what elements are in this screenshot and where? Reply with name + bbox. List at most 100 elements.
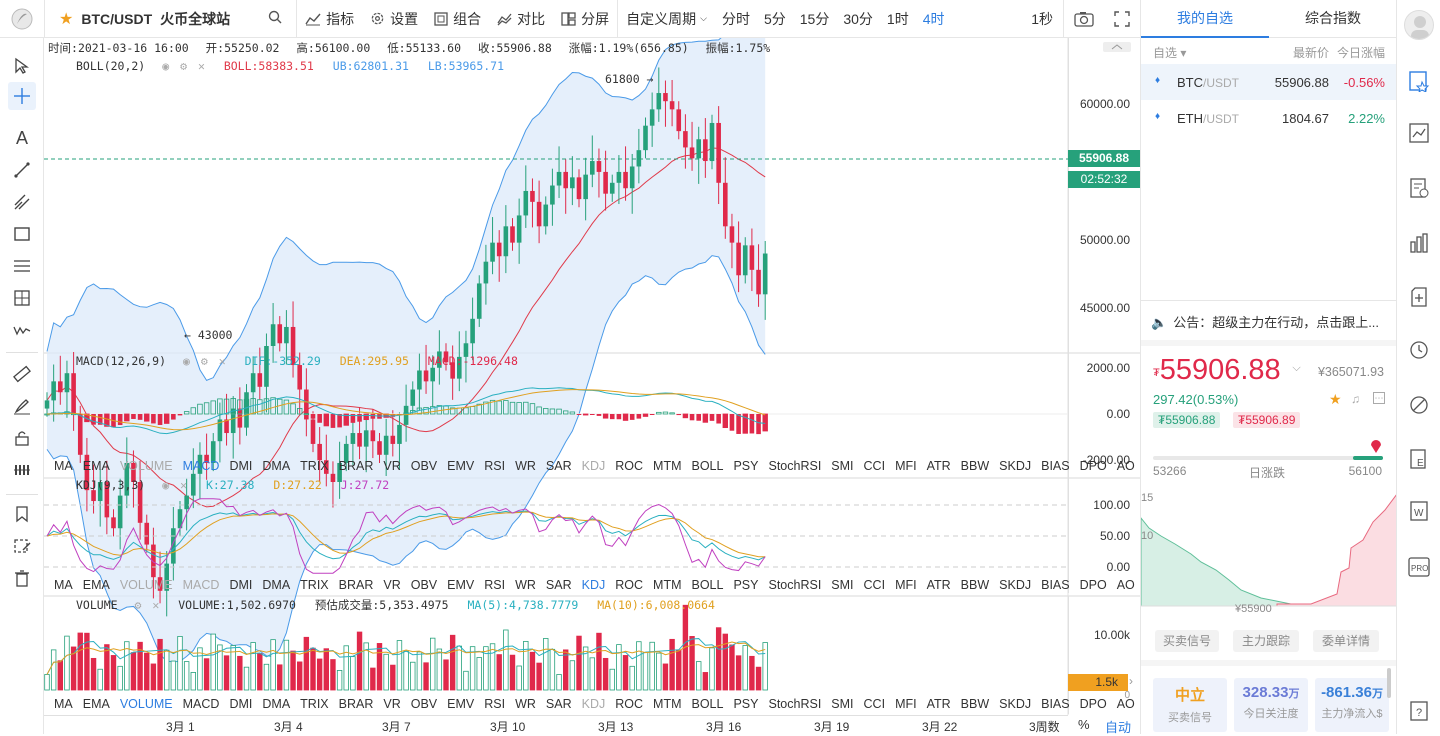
w-document-icon[interactable]: W bbox=[1406, 498, 1432, 524]
share-icon[interactable]: ⋯ bbox=[1373, 392, 1385, 404]
chart-panel-icon[interactable] bbox=[1406, 120, 1432, 146]
orders-list-icon[interactable] bbox=[1406, 175, 1432, 201]
indicator-tab[interactable]: SMI bbox=[821, 694, 853, 714]
indicator-tab[interactable]: ROC bbox=[605, 456, 643, 476]
cursor-arrow-icon[interactable] bbox=[8, 52, 36, 80]
chart-area[interactable]: 时间:2021-03-16 16:00 开:55250.02 高:56100.0… bbox=[44, 38, 1140, 735]
indicator-tab[interactable]: PSY bbox=[723, 575, 758, 595]
indicator-tab[interactable]: MACD bbox=[173, 456, 220, 476]
indicator-tab[interactable]: WR bbox=[505, 694, 536, 714]
favorite-star-icon[interactable]: ★ bbox=[1329, 391, 1342, 408]
indicator-tab[interactable]: ATR bbox=[917, 456, 951, 476]
interval-second[interactable]: 1秒 bbox=[1021, 0, 1063, 38]
magnet-icon[interactable] bbox=[8, 456, 36, 484]
indicator-tab[interactable]: DPO bbox=[1070, 575, 1107, 595]
period-2[interactable]: 15分 bbox=[793, 0, 837, 38]
indicator-tab[interactable]: BRAR bbox=[329, 575, 374, 595]
indicator-tab[interactable]: CCI bbox=[854, 575, 886, 595]
price-axis[interactable]: 60000.00 55906.88 02:52:32 50000.00 4500… bbox=[1068, 38, 1140, 353]
crosshair-icon[interactable] bbox=[8, 82, 36, 110]
alarm-clock-icon[interactable] bbox=[1406, 336, 1432, 362]
trend-line-icon[interactable] bbox=[8, 156, 36, 184]
grid-tool-icon[interactable] bbox=[8, 284, 36, 312]
rectangle-tool-icon[interactable] bbox=[8, 220, 36, 248]
indicator-tab[interactable]: OBV bbox=[401, 575, 437, 595]
period-3[interactable]: 30分 bbox=[836, 0, 880, 38]
indicator-tab[interactable]: BRAR bbox=[329, 694, 374, 714]
period-1[interactable]: 5分 bbox=[757, 0, 793, 38]
fullscreen-icon[interactable] bbox=[1104, 0, 1140, 38]
indicator-tab[interactable]: VOLUME bbox=[110, 575, 173, 595]
indicator-tab[interactable]: CCI bbox=[854, 694, 886, 714]
indicator-tab[interactable]: AO bbox=[1107, 456, 1135, 476]
col-change-header[interactable]: 今日涨幅 bbox=[1337, 44, 1385, 61]
search-icon[interactable] bbox=[268, 10, 282, 27]
indicator-tab[interactable]: BIAS bbox=[1031, 694, 1070, 714]
indicator-tab[interactable]: BOLL bbox=[682, 575, 724, 595]
main-force-track-button[interactable]: 主力跟踪 bbox=[1233, 630, 1299, 652]
indicator-tab[interactable]: CCI bbox=[854, 456, 886, 476]
indicator-tab[interactable]: SMI bbox=[821, 456, 853, 476]
indicator-tab[interactable]: DMA bbox=[252, 575, 290, 595]
lock-icon[interactable] bbox=[8, 424, 36, 452]
indicator-tab[interactable]: MFI bbox=[885, 575, 917, 595]
edit-list-icon[interactable] bbox=[8, 532, 36, 560]
indicator-tab[interactable]: ATR bbox=[917, 575, 951, 595]
indicator-tab[interactable]: SAR bbox=[536, 575, 572, 595]
indicator-tab[interactable]: StochRSI bbox=[758, 456, 821, 476]
indicator-tab[interactable]: OBV bbox=[401, 456, 437, 476]
indicator-tab[interactable]: EMA bbox=[73, 694, 110, 714]
indicator-tab[interactable]: SKDJ bbox=[989, 694, 1031, 714]
indicator-tab[interactable]: BIAS bbox=[1031, 575, 1070, 595]
notice-bar[interactable]: 🔈 公告：超级主力在行动，点击跟上... bbox=[1151, 312, 1391, 331]
avatar[interactable] bbox=[1404, 10, 1434, 40]
indicator-tab[interactable]: ROC bbox=[605, 575, 643, 595]
indicator-tab[interactable]: BOLL bbox=[682, 456, 724, 476]
indicator-tab[interactable]: DMA bbox=[252, 694, 290, 714]
indicator-tab[interactable]: MA bbox=[44, 694, 73, 714]
pro-icon[interactable]: PRO bbox=[1406, 554, 1432, 580]
e-document-icon[interactable]: E bbox=[1406, 446, 1432, 472]
scrollbar[interactable] bbox=[1387, 668, 1391, 698]
eye-icon[interactable]: ◉ bbox=[162, 478, 169, 492]
period-4[interactable]: 1时 bbox=[880, 0, 916, 38]
no-entry-icon[interactable] bbox=[1406, 392, 1432, 418]
indicator-tab[interactable]: SKDJ bbox=[989, 456, 1031, 476]
indicator-tab[interactable]: VOLUME bbox=[110, 694, 173, 714]
indicator-tab[interactable]: StochRSI bbox=[758, 694, 821, 714]
indicators-button[interactable]: 指标 bbox=[297, 0, 362, 38]
help-icon[interactable]: ? bbox=[1406, 698, 1432, 724]
indicator-tab[interactable]: BOLL bbox=[682, 694, 724, 714]
indicator-tab[interactable]: BBW bbox=[951, 694, 989, 714]
indicator-tab[interactable]: BIAS bbox=[1031, 456, 1070, 476]
bell-icon[interactable]: ♫ bbox=[1351, 392, 1360, 406]
symbol-selector[interactable]: ★ BTC/USDT 火币全球站 bbox=[45, 0, 296, 38]
indicator-tab[interactable]: PSY bbox=[723, 456, 758, 476]
indicator-tab[interactable]: MTM bbox=[643, 456, 681, 476]
indicator-tab[interactable]: RSI bbox=[474, 456, 505, 476]
indicator-tab[interactable]: TRIX bbox=[290, 694, 328, 714]
watchlist-row[interactable]: ♦ ETH/USDT 1804.67 2.22% bbox=[1141, 100, 1397, 136]
close-icon[interactable]: ✕ bbox=[198, 59, 205, 73]
split-screen-button[interactable]: 分屏 bbox=[553, 0, 617, 38]
period-5[interactable]: 4时 bbox=[916, 0, 952, 38]
indicator-tab[interactable]: AO bbox=[1107, 575, 1135, 595]
period-0[interactable]: 分时 bbox=[715, 0, 757, 38]
indicator-tab[interactable]: EMV bbox=[437, 456, 474, 476]
wave-tool-icon[interactable] bbox=[8, 316, 36, 344]
percent-toggle[interactable]: % bbox=[1078, 717, 1090, 732]
indicator-tab[interactable]: DPO bbox=[1070, 456, 1107, 476]
brush-icon[interactable] bbox=[8, 392, 36, 420]
indicator-tab[interactable]: MACD bbox=[173, 575, 220, 595]
settings-button[interactable]: 设置 bbox=[362, 0, 426, 38]
stat-card[interactable]: -861.36万 主力净流入$ bbox=[1315, 678, 1389, 732]
text-tool-icon[interactable]: A bbox=[8, 124, 36, 152]
watchlist-row[interactable]: ♦ BTC/USDT 55906.88 -0.56% bbox=[1141, 64, 1397, 100]
chart-canvas[interactable] bbox=[44, 38, 1140, 734]
close-icon[interactable]: ✕ bbox=[180, 478, 187, 492]
trash-icon[interactable] bbox=[8, 564, 36, 592]
indicator-tab[interactable]: PSY bbox=[723, 694, 758, 714]
chevron-right-icon[interactable]: › bbox=[1129, 674, 1133, 688]
eye-icon[interactable]: ◉ bbox=[162, 59, 169, 73]
add-panel-icon[interactable] bbox=[1406, 284, 1432, 310]
